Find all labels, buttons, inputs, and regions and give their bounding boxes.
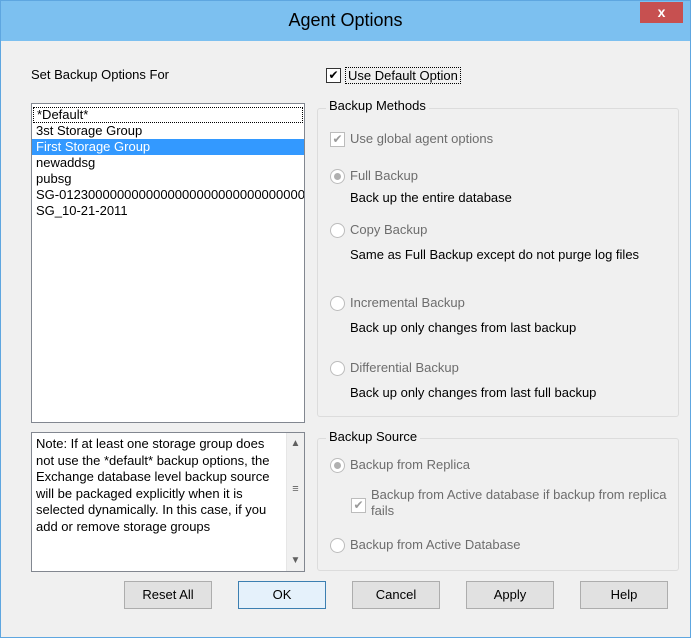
- storage-group-list[interactable]: *Default* 3st Storage Group First Storag…: [31, 103, 305, 423]
- ok-button[interactable]: OK: [238, 581, 326, 609]
- note-scrollbar[interactable]: ▲ ≡ ▼: [286, 433, 304, 571]
- backup-methods-title: Backup Methods: [326, 98, 429, 113]
- checkmark-icon: ✔: [332, 132, 343, 146]
- close-button[interactable]: x: [640, 2, 683, 23]
- copy-backup-description: Same as Full Backup except do not purge …: [350, 247, 640, 262]
- backup-from-active-label: Backup from Active Database: [350, 537, 521, 552]
- differential-backup-description: Back up only changes from last full back…: [350, 385, 597, 400]
- incremental-backup-radio[interactable]: [330, 296, 345, 311]
- note-text: Note: If at least one storage group does…: [36, 436, 270, 534]
- fallback-active-checkbox[interactable]: ✔: [351, 498, 366, 513]
- list-item-sg-10-21-2011[interactable]: SG_10-21-2011: [32, 203, 304, 219]
- full-backup-label: Full Backup: [350, 168, 418, 183]
- incremental-backup-label: Incremental Backup: [350, 295, 465, 310]
- help-button[interactable]: Help: [580, 581, 668, 609]
- note-textbox[interactable]: Note: If at least one storage group does…: [31, 432, 305, 572]
- backup-source-title: Backup Source: [326, 429, 421, 444]
- full-backup-radio[interactable]: [330, 169, 345, 184]
- copy-backup-label: Copy Backup: [350, 222, 428, 237]
- list-item-first-storage-group[interactable]: First Storage Group: [32, 139, 304, 155]
- backup-from-replica-label: Backup from Replica: [350, 457, 470, 472]
- scroll-down-icon[interactable]: ▼: [287, 552, 304, 569]
- checkmark-icon: ✔: [353, 498, 364, 512]
- differential-backup-label: Differential Backup: [350, 360, 459, 375]
- use-default-option-label: Use Default Option: [345, 67, 461, 84]
- scroll-grip-icon[interactable]: ≡: [291, 484, 300, 495]
- cancel-button[interactable]: Cancel: [352, 581, 440, 609]
- agent-options-dialog: Agent Options x Set Backup Options For *…: [0, 0, 691, 638]
- checkmark-icon: ✔: [328, 68, 339, 82]
- list-item-default[interactable]: *Default*: [33, 107, 303, 123]
- list-item-pubsg[interactable]: pubsg: [32, 171, 304, 187]
- dialog-title: Agent Options: [288, 10, 403, 30]
- apply-button[interactable]: Apply: [466, 581, 554, 609]
- scroll-up-icon[interactable]: ▲: [287, 435, 304, 452]
- backup-from-replica-radio[interactable]: [330, 458, 345, 473]
- use-default-option-checkbox[interactable]: ✔: [326, 68, 341, 83]
- list-item-sg-0123[interactable]: SG-0123000000000000000000000000000000: [32, 187, 304, 203]
- list-item-3st-storage-group[interactable]: 3st Storage Group: [32, 123, 304, 139]
- differential-backup-radio[interactable]: [330, 361, 345, 376]
- full-backup-description: Back up the entire database: [350, 190, 512, 205]
- copy-backup-radio[interactable]: [330, 223, 345, 238]
- close-icon: x: [657, 4, 666, 20]
- set-backup-options-label: Set Backup Options For: [31, 67, 170, 82]
- title-bar[interactable]: Agent Options x: [1, 1, 690, 41]
- incremental-backup-description: Back up only changes from last backup: [350, 320, 577, 335]
- use-global-options-checkbox[interactable]: ✔: [330, 132, 345, 147]
- fallback-active-label: Backup from Active database if backup fr…: [371, 487, 667, 518]
- list-item-newaddsg[interactable]: newaddsg: [32, 155, 304, 171]
- use-global-options-label: Use global agent options: [350, 131, 494, 146]
- backup-from-active-radio[interactable]: [330, 538, 345, 553]
- reset-all-button[interactable]: Reset All: [124, 581, 212, 609]
